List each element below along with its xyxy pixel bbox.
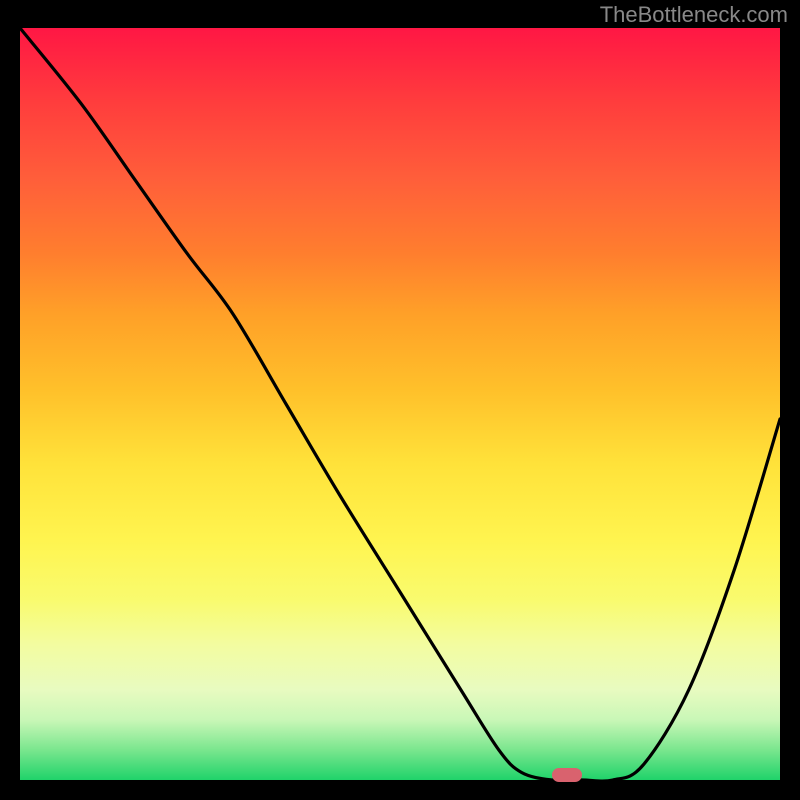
watermark-text: TheBottleneck.com	[600, 2, 788, 28]
plot-area	[20, 28, 780, 780]
chart-container: TheBottleneck.com	[0, 0, 800, 800]
optimal-point-marker	[552, 768, 582, 782]
data-curve	[20, 28, 780, 780]
curve-svg	[20, 28, 780, 780]
